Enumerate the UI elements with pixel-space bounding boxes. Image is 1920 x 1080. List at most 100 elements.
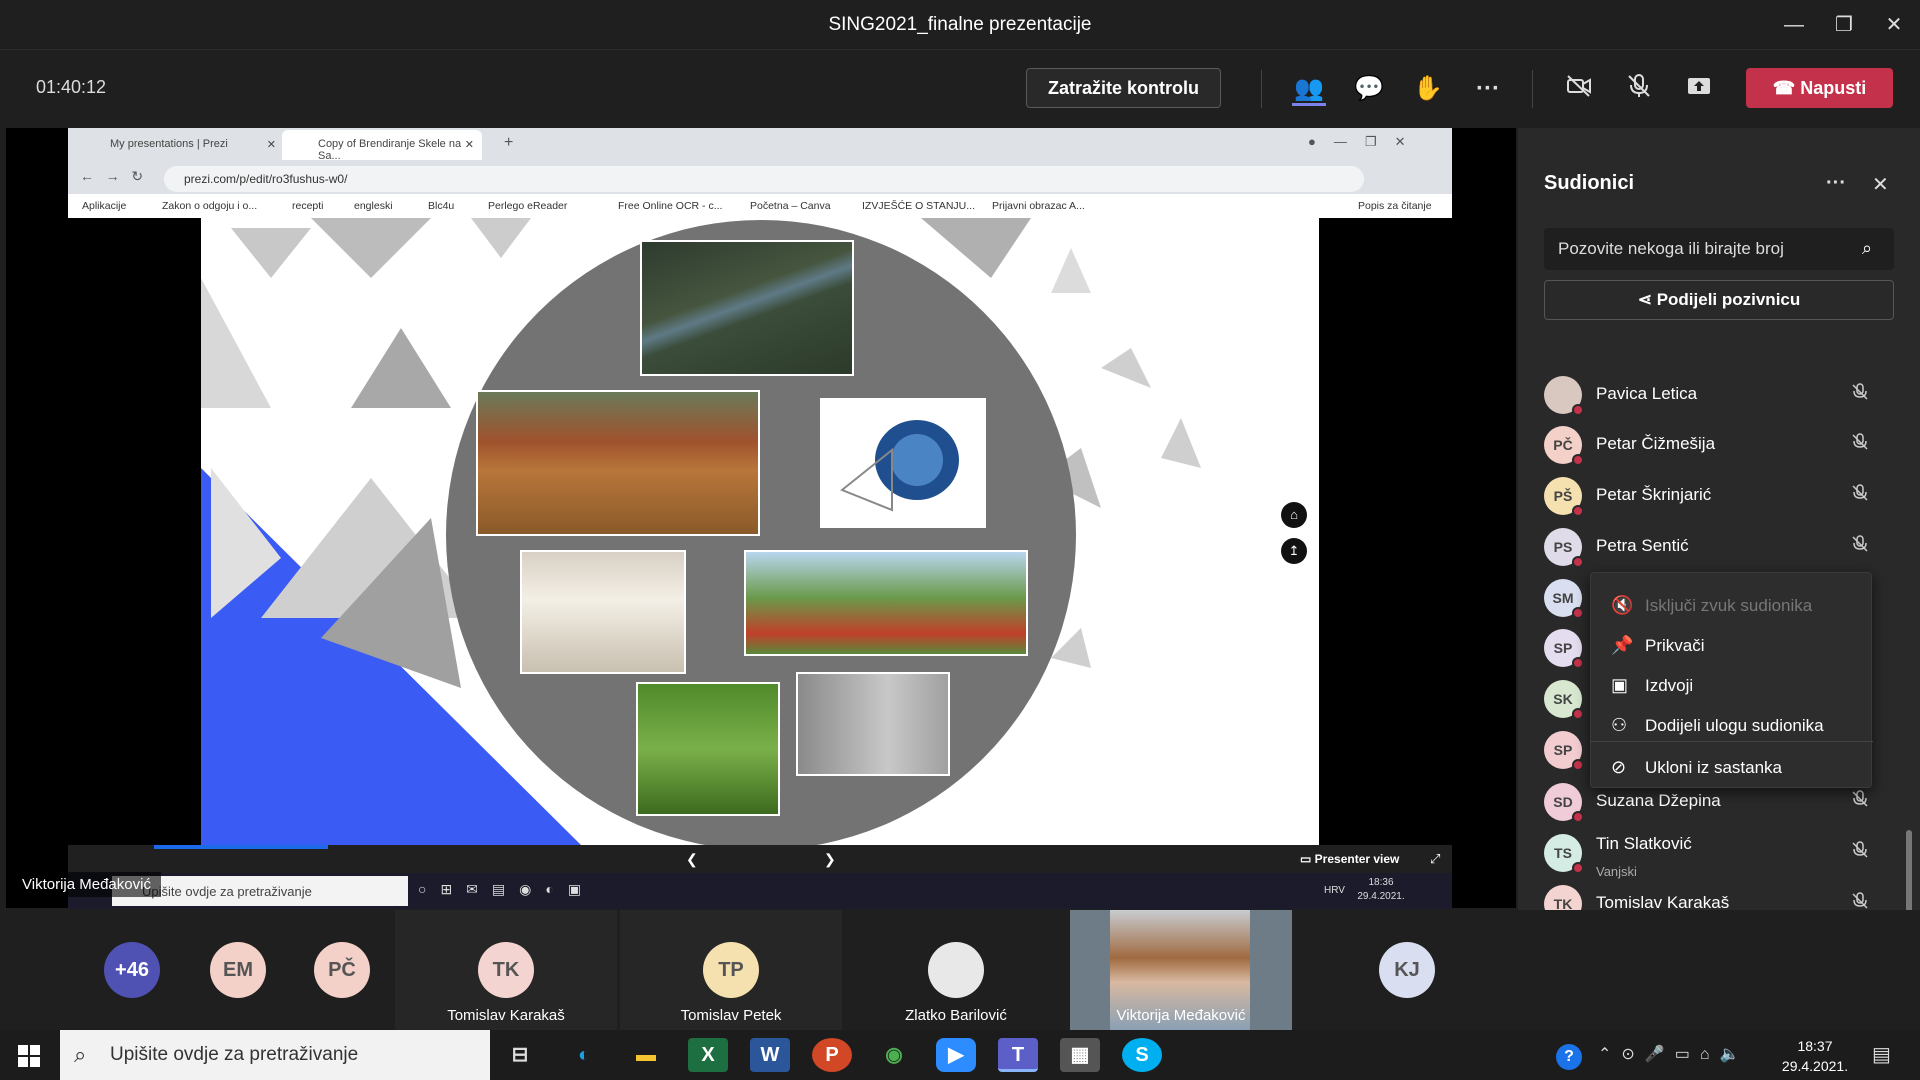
video-tile[interactable]: EM — [208, 910, 268, 1030]
next-slide-icon[interactable]: ❯ — [824, 851, 836, 868]
bookmark[interactable]: recepti — [292, 200, 324, 212]
calculator-icon[interactable]: ▦ — [1060, 1038, 1100, 1072]
address-bar[interactable]: prezi.com/p/edit/ro3fushus-w0/ — [164, 166, 1364, 192]
word-icon[interactable]: W — [750, 1038, 790, 1072]
request-control-button[interactable]: Zatražite kontrolu — [1026, 68, 1221, 108]
invite-search-input[interactable]: Pozovite nekoga ili birajte broj — [1544, 228, 1894, 270]
menu-item[interactable]: ⚇ Dodijeli ulogu sudionika — [1591, 707, 1873, 743]
bookmark[interactable]: Aplikacije — [82, 200, 126, 212]
edge-icon[interactable]: ◐ — [564, 1038, 604, 1072]
chrome-icon[interactable]: ◉ — [874, 1038, 914, 1072]
bookmark[interactable]: engleski — [354, 200, 393, 212]
status-dot — [1572, 556, 1584, 568]
taskbar-clock[interactable]: 18:37 29.4.2021. — [1770, 1036, 1860, 1076]
home-icon[interactable]: ⌂ — [1281, 502, 1307, 528]
participant-row[interactable]: TS Tin Slatković Vanjski — [1544, 828, 1904, 879]
browser-tab-active[interactable]: Copy of Brendiranje Skele na Sa... ✕ — [282, 130, 482, 162]
panel-close-icon[interactable]: ✕ — [1872, 172, 1889, 197]
meeting-toolbar: 01:40:12 Zatražite kontrolu 👥 💬 ✋ ··· ☎ … — [0, 50, 1920, 126]
attendee-icon: ⚇ — [1611, 715, 1628, 735]
menu-item-label: Isključi zvuk sudionika — [1645, 596, 1813, 615]
turbine-photo — [820, 398, 986, 528]
close-window-icon[interactable]: ✕ — [1874, 10, 1914, 40]
more-actions-icon[interactable]: ··· — [1471, 72, 1505, 106]
participant-row[interactable]: Pavica Letica — [1544, 370, 1904, 420]
task-view-icon[interactable]: ⊟ — [500, 1038, 540, 1072]
video-tile[interactable]: TK Tomislav Karakaš — [395, 910, 617, 1030]
leave-button[interactable]: ☎ Napusti — [1746, 68, 1893, 108]
browser-tab[interactable]: My presentations | Prezi ✕ — [74, 130, 284, 160]
spotlight-icon: ▣ — [1611, 675, 1629, 695]
minimize-icon[interactable]: — — [1774, 10, 1814, 40]
search-icon[interactable]: ⌕ — [1862, 238, 1872, 259]
bookmark[interactable]: Free Online OCR - c... — [618, 200, 722, 212]
skype-icon[interactable]: S — [1122, 1038, 1162, 1072]
mic-off-icon — [1850, 432, 1870, 457]
powerpoint-icon[interactable]: P — [812, 1038, 852, 1072]
menu-item-label: Dodijeli ulogu sudionika — [1645, 716, 1824, 735]
shared-date: 29.4.2021. — [1357, 891, 1405, 902]
zoom-icon[interactable]: ▶ — [936, 1038, 976, 1072]
menu-item[interactable]: 📌 Prikvači — [1591, 627, 1873, 663]
participants-icon[interactable]: 👥 — [1292, 72, 1326, 106]
video-tile[interactable]: KJ — [1296, 910, 1518, 1030]
menu-item[interactable]: ▣ Izdvoji — [1591, 667, 1873, 703]
fullscreen-icon[interactable]: ⤢ — [1430, 851, 1440, 867]
presenter-view-button[interactable]: ▭ Presenter view — [1300, 852, 1399, 866]
shared-browser-window: My presentations | Prezi ✕ Copy of Brendi… — [68, 128, 1452, 218]
teams-icon[interactable]: T — [998, 1038, 1038, 1072]
bookmark[interactable]: Zakon o odgoju i o... — [162, 200, 257, 212]
excel-icon[interactable]: X — [688, 1038, 728, 1072]
reactions-icon[interactable]: ✋ — [1411, 72, 1445, 106]
camera-off-icon[interactable] — [1562, 72, 1596, 106]
participant-row[interactable]: PS Petra Sentić — [1544, 522, 1904, 572]
nav-buttons-icon[interactable]: ← → ↻ — [80, 168, 143, 185]
file-explorer-icon[interactable]: ▬ — [626, 1038, 666, 1072]
new-tab-icon[interactable]: + — [504, 134, 513, 152]
more-participants-badge[interactable]: +46 — [104, 942, 160, 998]
bookmark[interactable]: Popis za čitanje — [1358, 200, 1432, 212]
bookmark[interactable]: IZVJEŠĆE O STANJU... — [862, 200, 975, 212]
chat-icon[interactable]: 💬 — [1352, 72, 1386, 106]
zoom-out-icon[interactable]: ↥ — [1281, 538, 1307, 564]
presenter-view-label: Presenter view — [1314, 852, 1400, 866]
video-tile-camera[interactable]: Viktorija Međaković — [1070, 910, 1292, 1030]
bookmarks-bar: Aplikacije Zakon o odgoju i o... recepti… — [68, 194, 1452, 218]
share-icon: ⋖ — [1637, 290, 1657, 309]
participant-row[interactable]: PČ Petar Čižmešija — [1544, 420, 1904, 470]
windows-start-icon[interactable] — [18, 1045, 40, 1067]
mic-off-icon: 🔇 — [1611, 595, 1634, 615]
phone-hangup-icon: ☎ — [1772, 78, 1801, 98]
system-tray-icons[interactable]: ⌃⊙🎤▭⌂🔈 — [1598, 1044, 1749, 1064]
participant-row[interactable]: PŠ Petar Škrinjarić — [1544, 471, 1904, 521]
share-invite-button[interactable]: ⋖ Podijeli pozivnicu — [1544, 280, 1894, 320]
aerial-photo — [640, 240, 854, 376]
prev-slide-icon[interactable]: ❮ — [686, 851, 698, 868]
taskbar-time: 18:37 — [1797, 1038, 1833, 1054]
prezi-navigation-bar: ❮ ❯ ▭ Presenter view ⤢ — [68, 845, 1452, 873]
participant-name: Petar Škrinjarić — [1596, 485, 1712, 504]
notifications-icon[interactable]: ▤ — [1872, 1042, 1891, 1067]
close-tab-icon[interactable]: ✕ — [465, 138, 474, 151]
tab-label: My presentations | Prezi — [110, 138, 228, 150]
status-dot — [1572, 505, 1584, 517]
video-tile[interactable]: Zlatko Barilović — [845, 910, 1067, 1030]
taskbar-search-input[interactable]: Upišite ovdje za pretraživanje — [60, 1030, 490, 1080]
bookmark[interactable]: Početna – Canva — [750, 200, 831, 212]
status-dot — [1572, 862, 1584, 874]
restore-icon[interactable]: ❐ — [1824, 10, 1864, 40]
help-icon[interactable]: ? — [1556, 1044, 1582, 1070]
bookmark[interactable]: Perlego eReader — [488, 200, 567, 212]
panel-title: Sudionici — [1544, 172, 1634, 194]
mic-off-icon[interactable] — [1622, 72, 1656, 106]
panel-more-icon[interactable]: ··· — [1826, 172, 1846, 195]
status-dot — [1572, 811, 1584, 823]
video-tile[interactable]: TP Tomislav Petek — [620, 910, 842, 1030]
menu-item[interactable]: ⊘ Ukloni iz sastanka — [1591, 749, 1873, 785]
video-tile[interactable]: PČ — [312, 910, 372, 1030]
bookmark[interactable]: Blc4u — [428, 200, 454, 212]
close-tab-icon[interactable]: ✕ — [267, 138, 276, 151]
bookmark[interactable]: Prijavni obrazac A... — [992, 200, 1085, 212]
browser-window-controls[interactable]: ● — ❐ ✕ — [1308, 134, 1406, 150]
share-screen-icon[interactable] — [1682, 72, 1716, 106]
